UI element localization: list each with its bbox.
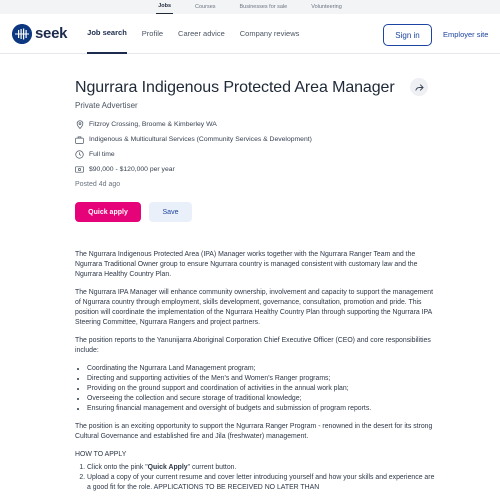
responsibilities-list: Coordinating the Ngurrara Land Managemen… [87, 364, 435, 414]
meta-work-type: Full time [75, 147, 312, 162]
step-bold-text: Quick Apply [147, 464, 188, 471]
nav-company-reviews[interactable]: Company reviews [240, 14, 300, 54]
step-text: Click onto the pink " [87, 464, 148, 471]
share-icon [414, 83, 424, 92]
briefcase-icon [75, 135, 84, 144]
main-nav: seek Job search Profile Career advice Co… [0, 14, 500, 54]
job-header: Ngurrara Indigenous Protected Area Manag… [75, 78, 435, 110]
save-button[interactable]: Save [149, 202, 192, 222]
how-to-apply-heading: HOW TO APPLY [75, 451, 127, 458]
job-description: The Ngurrara Indigenous Protected Area (… [75, 250, 435, 493]
description-paragraph: The Ngurrara IPA Manager will enhance co… [75, 289, 433, 326]
nav-career-advice[interactable]: Career advice [178, 14, 225, 54]
location-text[interactable]: Fitzroy Crossing, Broome & Kimberley WA [89, 121, 217, 128]
list-item: Coordinating the Ngurrara Land Managemen… [87, 364, 435, 374]
nav-links: Job search Profile Career advice Company… [87, 14, 299, 54]
meta-classification: Indigenous & Multicultural Services (Com… [75, 132, 312, 147]
salary-text: $90,000 - $120,000 per year [89, 166, 175, 173]
job-meta-list: Fitzroy Crossing, Broome & Kimberley WA … [75, 117, 312, 177]
money-icon [75, 165, 84, 174]
seek-logo[interactable]: seek [12, 23, 68, 44]
description-paragraph: The Ngurrara Indigenous Protected Area (… [75, 251, 418, 278]
job-title: Ngurrara Indigenous Protected Area Manag… [75, 79, 395, 96]
sign-in-button[interactable]: Sign in [383, 24, 432, 46]
classification-text[interactable]: Indigenous & Multicultural Services (Com… [89, 136, 312, 143]
step-text: " current button. [187, 464, 237, 471]
seek-logo-icon [12, 23, 32, 44]
tab-volunteering[interactable]: Volunteering [309, 0, 344, 14]
location-pin-icon [75, 120, 84, 129]
clock-icon [75, 150, 84, 159]
quick-apply-button[interactable]: Quick apply [75, 202, 141, 222]
tab-businesses[interactable]: Businesses for sale [238, 0, 290, 14]
logo-text: seek [35, 25, 68, 42]
advertiser-name: Private Advertiser [75, 101, 138, 110]
list-item: Providing on the ground support and coor… [87, 384, 435, 394]
description-paragraph: The position is an exciting opportunity … [75, 423, 433, 440]
tab-courses[interactable]: Courses [193, 0, 217, 14]
tab-jobs[interactable]: Jobs [156, 0, 174, 14]
posted-date: Posted 4d ago [75, 181, 121, 188]
employer-site-link[interactable]: Employer site [443, 24, 488, 46]
top-tab-bar: Jobs Courses Businesses for sale Volunte… [0, 0, 500, 14]
description-paragraph: The position reports to the Yanunijarra … [75, 337, 431, 354]
list-item: Directing and supporting activities of t… [87, 374, 435, 384]
list-item: Ensuring financial management and oversi… [87, 404, 435, 414]
list-item: Upload a copy of your current resume and… [87, 473, 435, 493]
list-item: Click onto the pink "Quick Apply" curren… [87, 463, 435, 473]
work-type-text: Full time [89, 151, 115, 158]
apply-steps-list: Click onto the pink "Quick Apply" curren… [87, 463, 435, 493]
nav-profile[interactable]: Profile [142, 14, 163, 54]
share-button[interactable] [410, 78, 428, 96]
nav-job-search[interactable]: Job search [87, 14, 127, 54]
list-item: Overseeing the collection and secure sto… [87, 394, 435, 404]
meta-salary: $90,000 - $120,000 per year [75, 162, 312, 177]
meta-location: Fitzroy Crossing, Broome & Kimberley WA [75, 117, 312, 132]
